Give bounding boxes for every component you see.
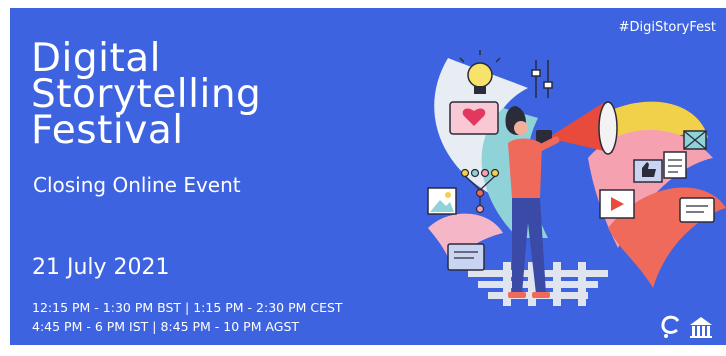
time-line-2: 4:45 PM - 6 PM IST | 8:45 PM - 10 PM AGS… bbox=[32, 319, 300, 334]
title-line-3: Festival bbox=[31, 108, 184, 153]
envelope-icon bbox=[683, 130, 707, 150]
image-icon bbox=[427, 187, 457, 215]
chat-icon bbox=[447, 243, 485, 271]
event-title: Digital Storytelling Festival bbox=[31, 39, 261, 153]
event-banner: #DigiStoryFest Digital Storytelling Fest… bbox=[10, 8, 726, 345]
thumbs-up-icon bbox=[633, 159, 663, 183]
time-line-1: 12:15 PM - 1:30 PM BST | 1:15 PM - 2:30 … bbox=[32, 300, 343, 315]
sliders-icon bbox=[531, 60, 553, 98]
hashtag: #DigiStoryFest bbox=[618, 20, 716, 35]
partner-logo-icon bbox=[661, 315, 680, 338]
event-subtitle: Closing Online Event bbox=[33, 173, 241, 197]
partner-logos bbox=[660, 315, 714, 339]
event-date: 21 July 2021 bbox=[32, 255, 170, 280]
institution-logo-icon bbox=[690, 317, 712, 338]
message-card-icon bbox=[679, 197, 715, 223]
play-icon bbox=[599, 189, 635, 219]
event-times: 12:15 PM - 1:30 PM BST | 1:15 PM - 2:30 … bbox=[32, 298, 343, 336]
heart-icon bbox=[449, 101, 499, 135]
document-icon bbox=[663, 151, 687, 179]
storytelling-illustration bbox=[427, 50, 726, 306]
